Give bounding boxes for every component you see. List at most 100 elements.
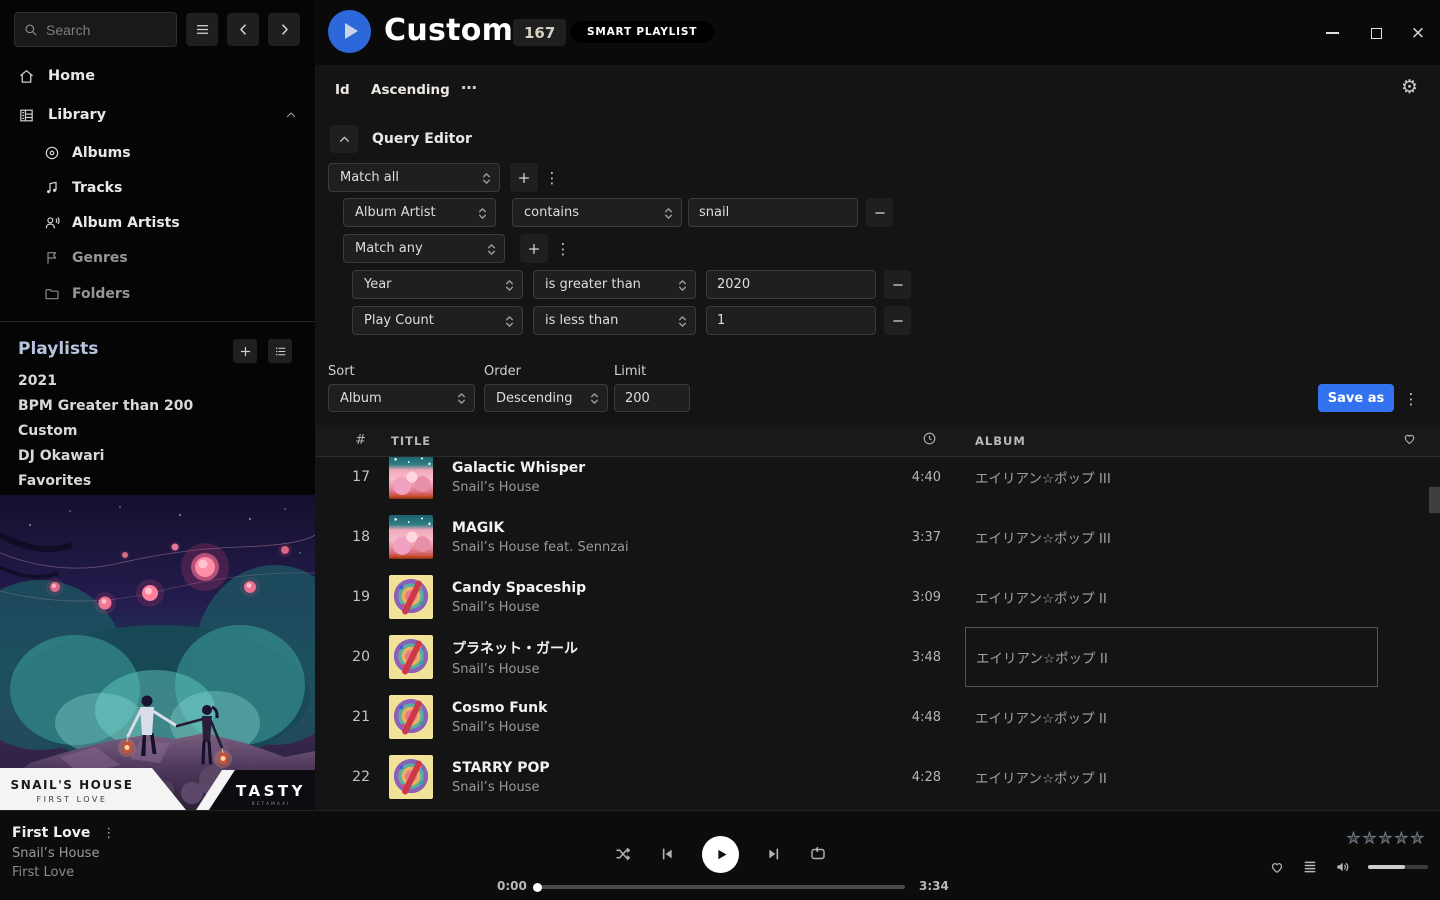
- rule-operator-select[interactable]: contains: [512, 198, 682, 227]
- table-row[interactable]: 17Galactic WhisperSnail’s House4:40エイリアン…: [315, 457, 1440, 507]
- nav-forward-button[interactable]: [268, 13, 300, 46]
- favorite-column-header[interactable]: [1402, 431, 1417, 450]
- subrule-value-input[interactable]: [706, 270, 876, 299]
- subrule-operator-select[interactable]: is greater than: [533, 270, 696, 299]
- remove-rule-button[interactable]: [866, 198, 893, 227]
- scrollbar-thumb[interactable]: [1429, 487, 1440, 513]
- star-icon[interactable]: ★: [1395, 831, 1408, 846]
- track-artist[interactable]: Snail’s House: [452, 662, 890, 677]
- sidebar-item-albums[interactable]: Albums: [0, 136, 315, 170]
- sidebar-item-album-artists[interactable]: Album Artists: [0, 206, 315, 240]
- playlist-item[interactable]: Custom: [0, 418, 315, 443]
- track-title[interactable]: Candy Spaceship: [452, 580, 890, 596]
- star-icon[interactable]: ★: [1363, 831, 1376, 846]
- album-art-thumbnail[interactable]: [389, 515, 433, 559]
- track-artist[interactable]: Snail’s House feat. Sennzai: [452, 540, 890, 555]
- star-icon[interactable]: ★: [1347, 831, 1360, 846]
- favorite-button[interactable]: [1269, 859, 1285, 875]
- table-row[interactable]: 20プラネット・ガールSnail’s House3:48エイリアン☆ポップ II: [315, 627, 1440, 687]
- track-title[interactable]: Galactic Whisper: [452, 460, 890, 476]
- track-artist[interactable]: Snail’s House: [452, 780, 890, 795]
- volume-slider[interactable]: [1368, 865, 1428, 869]
- table-row[interactable]: 21Cosmo FunkSnail’s House4:48エイリアン☆ポップ I…: [315, 687, 1440, 747]
- play-playlist-button[interactable]: [328, 10, 371, 53]
- subrule-value-input[interactable]: [706, 306, 876, 335]
- next-button[interactable]: [766, 846, 782, 862]
- save-menu-button[interactable]: ⋮: [1404, 384, 1418, 413]
- queue-button[interactable]: [1302, 859, 1318, 875]
- window-minimize-button[interactable]: [1317, 22, 1347, 44]
- match-all-select[interactable]: Match all: [328, 163, 500, 192]
- repeat-button[interactable]: [809, 845, 827, 863]
- subrule-field-select[interactable]: Year: [352, 270, 523, 299]
- album-art-thumbnail[interactable]: [389, 755, 433, 799]
- sidebar-item-home[interactable]: Home: [0, 57, 315, 95]
- sort-field-button[interactable]: Id: [335, 82, 350, 98]
- track-album[interactable]: エイリアン☆ポップ II: [965, 627, 1378, 687]
- track-title[interactable]: Cosmo Funk: [452, 700, 890, 716]
- subgroup-menu-button[interactable]: ⋮: [556, 234, 570, 263]
- more-options-button[interactable]: ⋯: [461, 78, 478, 97]
- track-album[interactable]: エイリアン☆ポップ II: [965, 747, 1378, 807]
- remove-subrule-button[interactable]: [884, 270, 911, 299]
- playlist-item[interactable]: DJ Okawari: [0, 443, 315, 468]
- column-header-title[interactable]: TITLE: [370, 434, 890, 448]
- sidebar-item-tracks[interactable]: Tracks: [0, 171, 315, 205]
- shuffle-button[interactable]: [614, 845, 632, 863]
- album-art-thumbnail[interactable]: [389, 635, 433, 679]
- save-as-button[interactable]: Save as: [1318, 384, 1394, 412]
- add-subrule-button[interactable]: [520, 234, 548, 263]
- playlist-item[interactable]: 2021: [0, 368, 315, 393]
- playlist-list-button[interactable]: [268, 339, 292, 363]
- table-row[interactable]: 19Candy SpaceshipSnail’s House3:09エイリアン☆…: [315, 567, 1440, 627]
- column-header-album[interactable]: ALBUM: [965, 434, 1378, 448]
- rule-group-menu-button[interactable]: ⋮: [545, 163, 559, 192]
- sort-direction-button[interactable]: Ascending: [371, 82, 450, 98]
- column-header-index[interactable]: #: [355, 433, 370, 448]
- track-artist[interactable]: Snail’s House: [452, 720, 890, 735]
- table-row[interactable]: 22STARRY POPSnail’s House4:28エイリアン☆ポップ I…: [315, 747, 1440, 807]
- match-any-select[interactable]: Match any: [343, 234, 505, 263]
- window-maximize-button[interactable]: [1361, 22, 1391, 44]
- gear-icon[interactable]: ⚙: [1401, 78, 1418, 97]
- search-input-container[interactable]: [14, 12, 177, 47]
- table-row[interactable]: 18MAGIKSnail’s House feat. Sennzai3:37エイ…: [315, 507, 1440, 567]
- rule-field-select[interactable]: Album Artist: [343, 198, 496, 227]
- previous-button[interactable]: [659, 846, 675, 862]
- seek-bar[interactable]: [535, 885, 905, 889]
- track-album[interactable]: エイリアン☆ポップ III: [965, 457, 1378, 507]
- album-art-thumbnail[interactable]: [389, 575, 433, 619]
- track-album[interactable]: エイリアン☆ポップ III: [965, 507, 1378, 567]
- order-select[interactable]: Descending: [484, 384, 608, 412]
- track-album[interactable]: エイリアン☆ポップ II: [965, 687, 1378, 747]
- now-playing-cover-art[interactable]: SNAIL'S HOUSE FIRST LOVE TASTY BETAMAXI: [0, 495, 315, 810]
- track-title[interactable]: MAGIK: [452, 520, 890, 536]
- play-pause-button[interactable]: [702, 836, 739, 873]
- add-playlist-button[interactable]: [233, 339, 257, 363]
- duration-column-header[interactable]: [922, 431, 941, 450]
- track-title[interactable]: プラネット・ガール: [452, 638, 890, 658]
- sidebar-item-library[interactable]: Library: [0, 96, 315, 134]
- window-close-button[interactable]: ×: [1403, 22, 1433, 44]
- rule-value-input[interactable]: [688, 198, 858, 227]
- search-input[interactable]: [46, 22, 167, 38]
- star-icon[interactable]: ★: [1379, 831, 1392, 846]
- progress-thumb[interactable]: [533, 883, 542, 892]
- chevron-up-icon[interactable]: [285, 109, 297, 121]
- sidebar-item-genres[interactable]: Genres: [0, 241, 315, 275]
- track-artist[interactable]: Snail’s House: [452, 480, 890, 495]
- playlist-item[interactable]: Favorites: [0, 468, 315, 493]
- nav-back-button[interactable]: [227, 13, 259, 46]
- sort-select[interactable]: Album: [328, 384, 475, 412]
- subrule-operator-select[interactable]: is less than: [533, 306, 696, 335]
- playlist-item[interactable]: BPM Greater than 200: [0, 393, 315, 418]
- menu-button[interactable]: [186, 13, 218, 46]
- subrule-field-select[interactable]: Play Count: [352, 306, 523, 335]
- limit-input[interactable]: [614, 384, 690, 412]
- query-editor-collapse-button[interactable]: [330, 125, 358, 153]
- track-artist[interactable]: Snail’s House: [452, 600, 890, 615]
- album-art-thumbnail[interactable]: [389, 695, 433, 739]
- add-rule-button[interactable]: [510, 163, 538, 192]
- sidebar-item-folders[interactable]: Folders: [0, 277, 315, 311]
- track-album[interactable]: エイリアン☆ポップ II: [965, 567, 1378, 627]
